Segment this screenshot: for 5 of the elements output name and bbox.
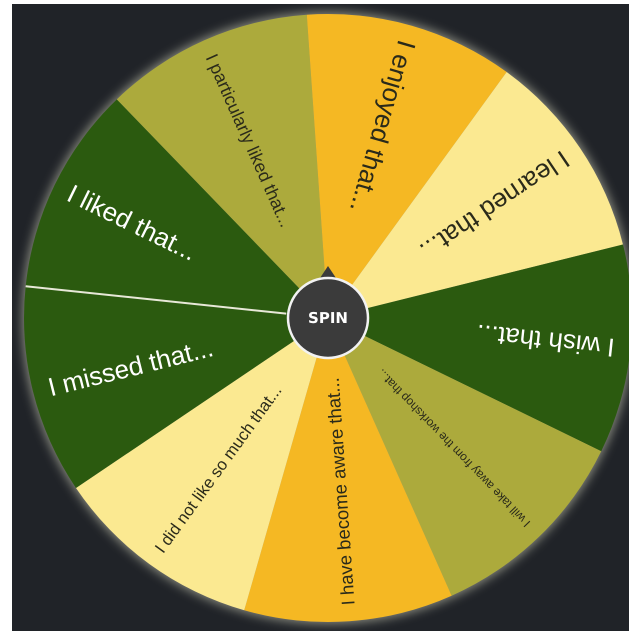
segment-label: I have become aware that... bbox=[322, 376, 359, 606]
segment-label: I wish that... bbox=[474, 318, 616, 364]
segment-label: I enjoyed that... bbox=[344, 37, 422, 216]
segment-label: I liked that... bbox=[62, 178, 202, 267]
segment-label: I missed that... bbox=[44, 332, 216, 402]
